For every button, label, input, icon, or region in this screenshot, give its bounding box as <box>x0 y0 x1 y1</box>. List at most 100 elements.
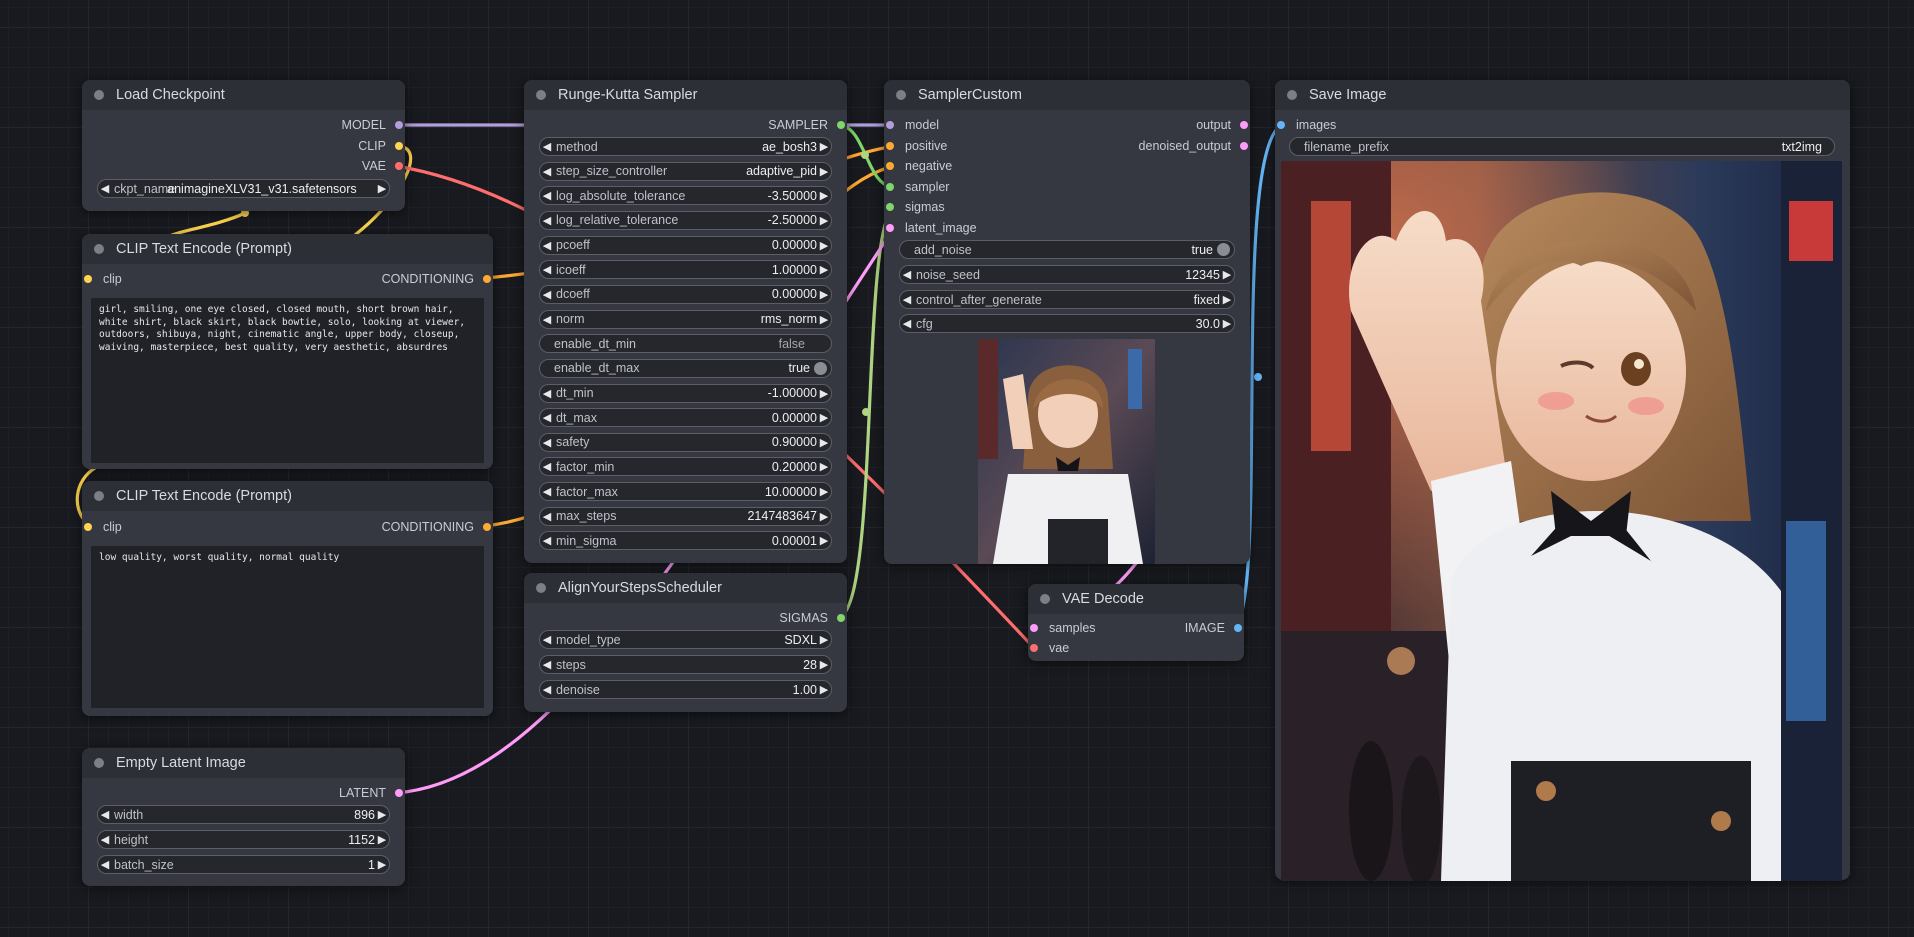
widget-denoise[interactable]: ◀ denoise 1.00 ▶ <box>539 680 832 699</box>
output-sigmas[interactable]: SIGMAS <box>779 609 847 627</box>
port-dot[interactable] <box>1030 624 1038 632</box>
port-dot[interactable] <box>84 523 92 531</box>
input-images[interactable]: images <box>1275 116 1336 134</box>
widget-factor-max[interactable]: ◀ factor_max 10.00000 ▶ <box>539 482 832 502</box>
node-collapse-dot[interactable] <box>94 244 104 254</box>
decrement-arrow-icon[interactable]: ◀ <box>540 534 554 547</box>
prompt-textarea[interactable]: girl, smiling, one eye closed, closed mo… <box>91 298 484 463</box>
increment-arrow-icon[interactable]: ▶ <box>375 808 389 821</box>
decrement-arrow-icon[interactable]: ◀ <box>540 165 554 178</box>
increment-arrow-icon[interactable]: ▶ <box>817 683 831 696</box>
prompt-textarea[interactable]: low quality, worst quality, normal quali… <box>91 546 484 708</box>
node-header[interactable]: CLIP Text Encode (Prompt) <box>82 481 493 511</box>
decrement-arrow-icon[interactable]: ◀ <box>900 293 914 306</box>
increment-arrow-icon[interactable]: ▶ <box>817 633 831 646</box>
output-latent[interactable]: LATENT <box>339 784 405 802</box>
widget-filename-prefix[interactable]: filename_prefix txt2img <box>1289 137 1835 156</box>
port-dot[interactable] <box>886 224 894 232</box>
port-dot[interactable] <box>886 162 894 170</box>
decrement-arrow-icon[interactable]: ◀ <box>540 436 554 449</box>
node-collapse-dot[interactable] <box>1287 90 1297 100</box>
increment-arrow-icon[interactable]: ▶ <box>1220 293 1234 306</box>
increment-arrow-icon[interactable]: ▶ <box>375 858 389 871</box>
output-clip[interactable]: CLIP <box>358 137 405 155</box>
decrement-arrow-icon[interactable]: ◀ <box>540 239 554 252</box>
port-dot[interactable] <box>395 789 403 797</box>
decrement-arrow-icon[interactable]: ◀ <box>900 268 914 281</box>
node-empty-latent-image[interactable]: Empty Latent Image LATENT ◀ width 896 ▶ … <box>82 748 405 886</box>
decrement-arrow-icon[interactable]: ◀ <box>98 858 112 871</box>
widget-height[interactable]: ◀ height 1152 ▶ <box>97 830 390 849</box>
node-header[interactable]: VAE Decode <box>1028 584 1244 614</box>
widget-model-type[interactable]: ◀ model_type SDXL ▶ <box>539 630 832 649</box>
increment-arrow-icon[interactable]: ▶ <box>1220 317 1234 330</box>
input-sigmas[interactable]: sigmas <box>884 198 945 216</box>
input-latent-image[interactable]: latent_image <box>884 219 977 237</box>
decrement-arrow-icon[interactable]: ◀ <box>540 263 554 276</box>
port-dot[interactable] <box>1030 644 1038 652</box>
port-dot[interactable] <box>886 183 894 191</box>
node-header[interactable]: Save Image <box>1275 80 1850 110</box>
port-dot[interactable] <box>1240 142 1248 150</box>
port-dot[interactable] <box>886 121 894 129</box>
input-negative[interactable]: negative <box>884 157 952 175</box>
widget-batch-size[interactable]: ◀ batch_size 1 ▶ <box>97 855 390 874</box>
widget-pcoeff[interactable]: ◀ pcoeff 0.00000 ▶ <box>539 235 832 255</box>
port-dot[interactable] <box>837 121 845 129</box>
increment-arrow-icon[interactable]: ▶ <box>817 313 831 326</box>
increment-arrow-icon[interactable]: ▶ <box>817 534 831 547</box>
port-dot[interactable] <box>395 121 403 129</box>
increment-arrow-icon[interactable]: ▶ <box>817 436 831 449</box>
increment-arrow-icon[interactable]: ▶ <box>817 140 831 153</box>
node-header[interactable]: Runge-Kutta Sampler <box>524 80 847 110</box>
decrement-arrow-icon[interactable]: ◀ <box>540 485 554 498</box>
widget-dcoeff[interactable]: ◀ dcoeff 0.00000 ▶ <box>539 284 832 304</box>
input-model[interactable]: model <box>884 116 939 134</box>
port-dot[interactable] <box>483 275 491 283</box>
output-conditioning[interactable]: CONDITIONING <box>382 270 493 288</box>
port-dot[interactable] <box>395 162 403 170</box>
increment-arrow-icon[interactable]: ▶ <box>817 165 831 178</box>
widget-max-steps[interactable]: ◀ max_steps 2147483647 ▶ <box>539 506 832 526</box>
decrement-arrow-icon[interactable]: ◀ <box>98 182 112 195</box>
widget-width[interactable]: ◀ width 896 ▶ <box>97 805 390 824</box>
port-dot[interactable] <box>483 523 491 531</box>
decrement-arrow-icon[interactable]: ◀ <box>540 633 554 646</box>
output-conditioning[interactable]: CONDITIONING <box>382 518 493 536</box>
node-vae-decode[interactable]: VAE Decode samples vae IMAGE <box>1028 584 1244 661</box>
increment-arrow-icon[interactable]: ▶ <box>817 460 831 473</box>
port-dot[interactable] <box>886 142 894 150</box>
port-dot[interactable] <box>395 142 403 150</box>
widget-dt-max[interactable]: ◀ dt_max 0.00000 ▶ <box>539 408 832 428</box>
output-model[interactable]: MODEL <box>342 116 405 134</box>
widget-steps[interactable]: ◀ steps 28 ▶ <box>539 655 832 674</box>
port-dot[interactable] <box>84 275 92 283</box>
port-dot[interactable] <box>1240 121 1248 129</box>
increment-arrow-icon[interactable]: ▶ <box>817 239 831 252</box>
increment-arrow-icon[interactable]: ▶ <box>817 510 831 523</box>
decrement-arrow-icon[interactable]: ◀ <box>540 214 554 227</box>
decrement-arrow-icon[interactable]: ◀ <box>540 387 554 400</box>
node-collapse-dot[interactable] <box>94 758 104 768</box>
increment-arrow-icon[interactable]: ▶ <box>817 288 831 301</box>
toggle-knob[interactable] <box>814 361 827 375</box>
output-denoised-output[interactable]: denoised_output <box>1139 137 1250 155</box>
increment-arrow-icon[interactable]: ▶ <box>817 214 831 227</box>
node-clip-text-encode-negative[interactable]: CLIP Text Encode (Prompt) clip CONDITION… <box>82 481 493 716</box>
widget-log-relative-tolerance[interactable]: ◀ log_relative_tolerance -2.50000 ▶ <box>539 210 832 230</box>
widget-add-noise[interactable]: add_noise true <box>899 240 1235 259</box>
node-save-image[interactable]: Save Image images filename_prefix txt2im… <box>1275 80 1850 881</box>
input-vae[interactable]: vae <box>1028 639 1069 657</box>
decrement-arrow-icon[interactable]: ◀ <box>540 460 554 473</box>
input-sampler[interactable]: sampler <box>884 178 949 196</box>
output-vae[interactable]: VAE <box>362 157 405 175</box>
increment-arrow-icon[interactable]: ▶ <box>817 411 831 424</box>
widget-enable-dt-min[interactable]: enable_dt_min false <box>539 334 832 354</box>
widget-icoeff[interactable]: ◀ icoeff 1.00000 ▶ <box>539 260 832 280</box>
node-header[interactable]: CLIP Text Encode (Prompt) <box>82 234 493 264</box>
increment-arrow-icon[interactable]: ▶ <box>817 658 831 671</box>
node-header[interactable]: Load Checkpoint <box>82 80 405 110</box>
decrement-arrow-icon[interactable]: ◀ <box>540 411 554 424</box>
decrement-arrow-icon[interactable]: ◀ <box>540 683 554 696</box>
decrement-arrow-icon[interactable]: ◀ <box>98 833 112 846</box>
